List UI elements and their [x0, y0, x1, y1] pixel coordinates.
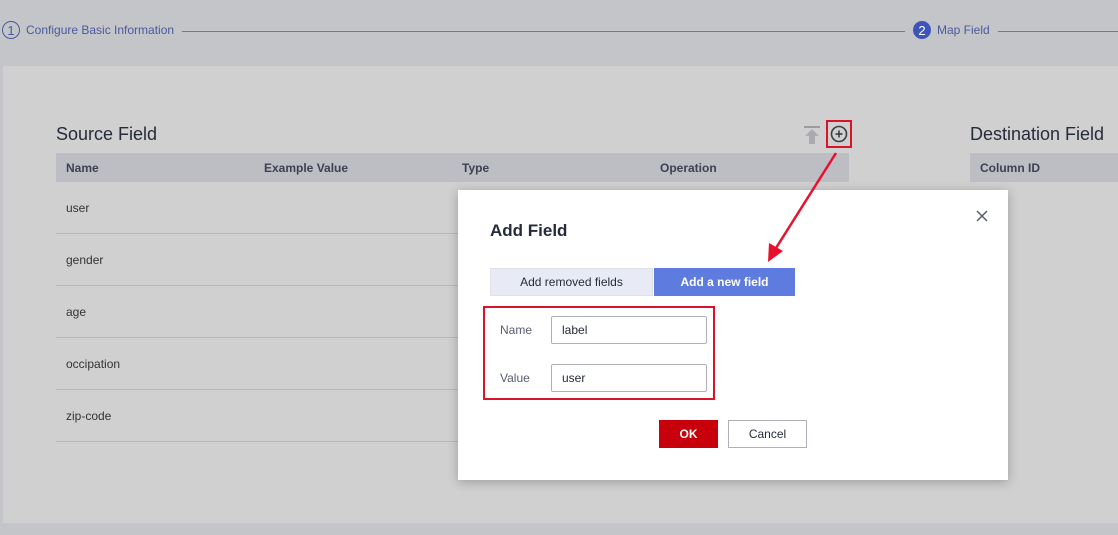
- tab-add-removed-fields[interactable]: Add removed fields: [490, 268, 653, 296]
- column-header: Name: [66, 160, 99, 175]
- name-input[interactable]: [551, 316, 707, 344]
- source-field-title: Source Field: [56, 124, 158, 144]
- step-number: 1: [2, 21, 20, 39]
- upload-icon[interactable]: [801, 124, 823, 146]
- destination-field-table: Column ID: [970, 153, 1118, 182]
- stepper: 1 Configure Basic Information 2 Map Fiel…: [0, 0, 1118, 62]
- add-field-button[interactable]: [826, 120, 852, 148]
- add-circle-icon: [830, 125, 848, 143]
- step-connector: [998, 31, 1118, 32]
- field-name-cell: age: [66, 304, 87, 319]
- field-name-cell: user: [66, 200, 90, 215]
- field-name-cell: zip-code: [66, 408, 112, 423]
- tab-add-new-field[interactable]: Add a new field: [654, 268, 795, 296]
- step-connector: [182, 31, 905, 32]
- step-label: Map Field: [937, 23, 990, 37]
- step-map-field[interactable]: 2 Map Field: [913, 21, 990, 39]
- field-name-cell: occipation: [66, 356, 121, 371]
- table-header: Name Example Value Type Operation: [56, 153, 849, 182]
- dialog-title: Add Field: [490, 221, 568, 240]
- step-configure-basic-information[interactable]: 1 Configure Basic Information: [2, 21, 174, 39]
- name-label: Name: [500, 323, 533, 337]
- step-label: Configure Basic Information: [26, 23, 175, 37]
- field-name-cell: gender: [66, 252, 104, 267]
- close-icon[interactable]: [974, 208, 990, 224]
- column-header: Example Value: [264, 160, 349, 175]
- step-number: 2: [913, 21, 931, 39]
- value-label: Value: [500, 371, 530, 385]
- destination-field-title: Destination Field: [970, 124, 1105, 144]
- add-field-dialog: Add Field Add removed fields Add a new f…: [458, 190, 1008, 480]
- column-header: Column ID: [980, 160, 1040, 175]
- ok-button[interactable]: OK: [659, 420, 718, 448]
- column-header: Type: [462, 160, 490, 175]
- column-header: Operation: [660, 160, 717, 175]
- cancel-button[interactable]: Cancel: [728, 420, 807, 448]
- value-input[interactable]: [551, 364, 707, 392]
- table-header: Column ID: [970, 153, 1118, 182]
